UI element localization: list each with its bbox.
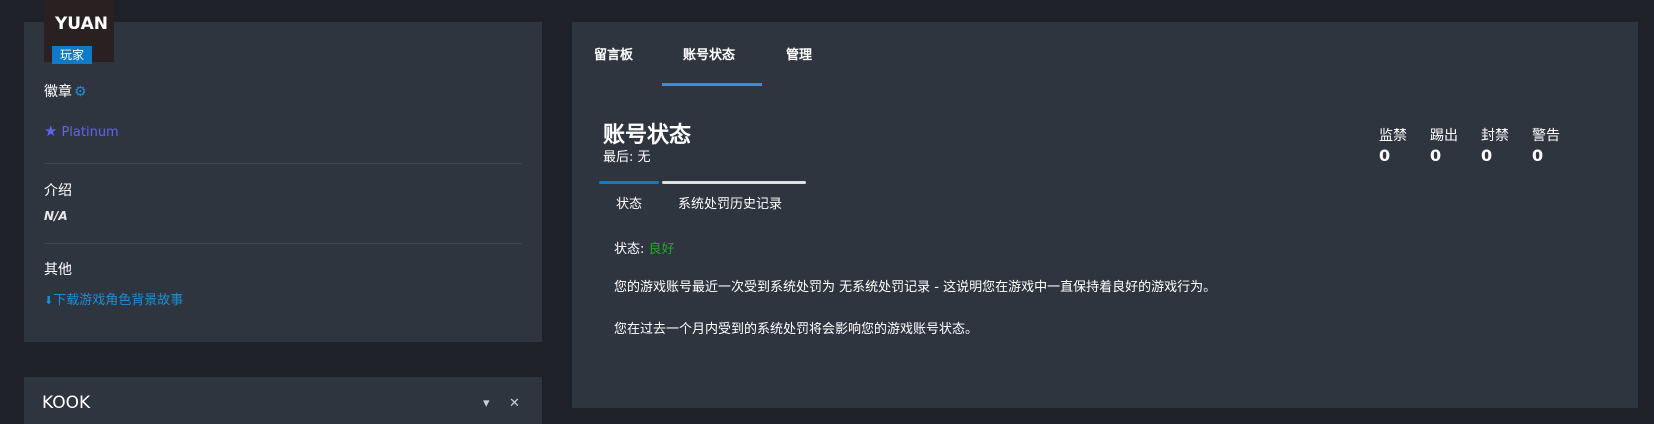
download-icon: ⬇ [44, 294, 54, 307]
other-label: 其他 [44, 262, 72, 278]
gear-icon[interactable]: ⚙ [74, 84, 87, 100]
last-punishment: 最后: 无 [603, 150, 651, 165]
stat-jail: 监禁 0 [1379, 125, 1407, 165]
stat-label: 监禁 [1379, 128, 1407, 144]
stat-value: 0 [1430, 146, 1442, 165]
intro-value: N/A [44, 209, 68, 223]
status-description: 您的游戏账号最近一次受到系统处罚为 无系统处罚记录 - 这说明您在游戏中一直保持… [614, 280, 1217, 295]
badge-name: Platinum [61, 125, 119, 140]
account-panel [572, 22, 1638, 408]
subtab-punishment-history[interactable]: 系统处罚历史记录 [678, 193, 782, 212]
status-value: 良好 [648, 242, 675, 257]
intro-label: 介绍 [44, 183, 72, 199]
stat-label: 封禁 [1481, 128, 1509, 144]
tab-guestbook[interactable]: 留言板 [594, 44, 633, 63]
stat-value: 0 [1379, 146, 1391, 165]
role-badge: 玩家 [52, 46, 93, 64]
tab-account-status[interactable]: 账号状态 [683, 44, 735, 63]
subtab-indicator [662, 181, 806, 184]
badges-label: 徽章 [44, 84, 72, 100]
stat-ban: 封禁 0 [1481, 125, 1509, 165]
tab-manage[interactable]: 管理 [786, 44, 812, 63]
download-backstory-link[interactable]: ⬇下载游戏角色背景故事 [44, 289, 183, 308]
active-tab-indicator [662, 83, 762, 86]
stat-value: 0 [1532, 146, 1544, 165]
stat-label: 踢出 [1430, 128, 1458, 144]
stat-label: 警告 [1532, 128, 1560, 144]
close-icon[interactable]: ✕ [509, 396, 520, 411]
star-icon: ★ [44, 122, 58, 140]
divider [44, 163, 522, 164]
badge-platinum[interactable]: ★ Platinum [44, 122, 119, 140]
status-note: 您在过去一个月内受到的系统处罚将会影响您的游戏账号状态。 [614, 322, 979, 337]
stat-kick: 踢出 0 [1430, 125, 1458, 165]
kook-widget [24, 377, 542, 424]
badges-heading: 徽章 ⚙ [44, 81, 87, 101]
profile-name: YUAN [55, 14, 108, 34]
subtab-status[interactable]: 状态 [616, 193, 642, 212]
chevron-down-icon[interactable]: ▾ [483, 396, 490, 411]
subtab-indicator-active [599, 181, 659, 184]
page-title: 账号状态 [603, 123, 692, 148]
status-label: 状态: [614, 242, 645, 257]
kook-title: KOOK [42, 393, 91, 413]
status-line: 状态: 良好 [614, 238, 675, 257]
divider [44, 243, 522, 244]
download-link-label: 下载游戏角色背景故事 [53, 293, 184, 308]
stat-value: 0 [1481, 146, 1493, 165]
stat-warn: 警告 0 [1532, 125, 1560, 165]
